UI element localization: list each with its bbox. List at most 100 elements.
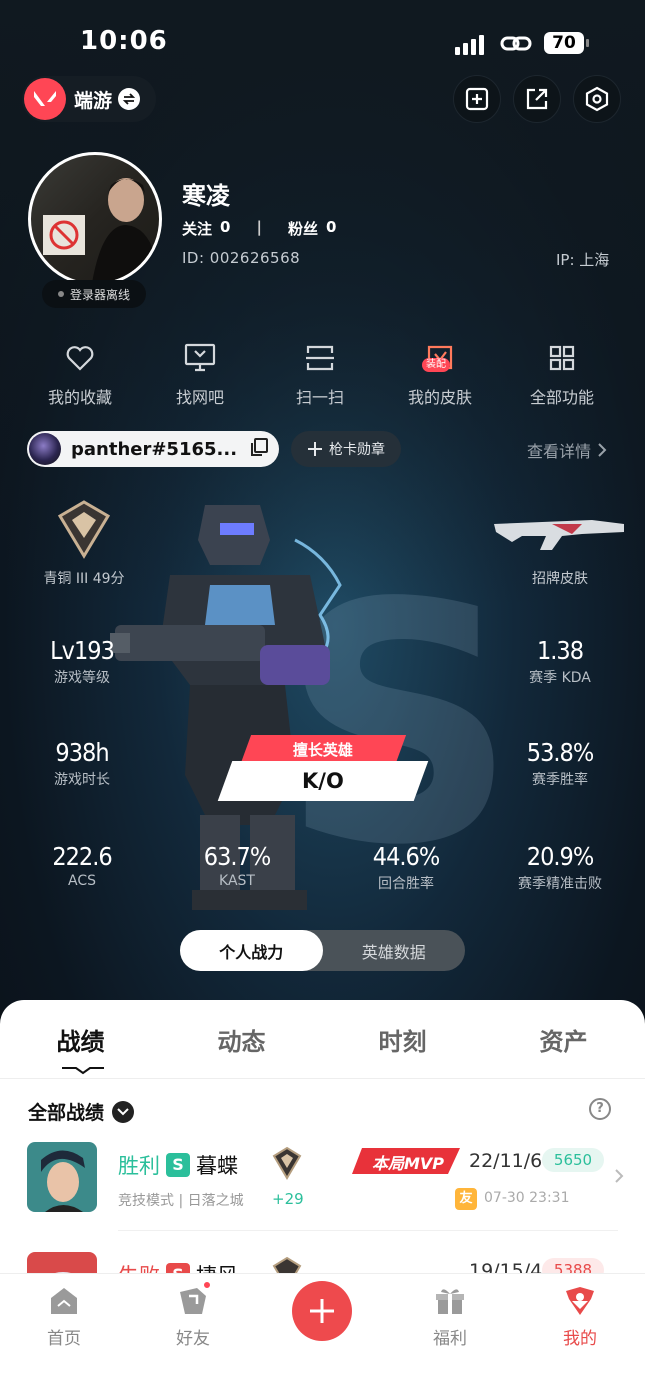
follow-label[interactable]: 关注: [182, 218, 212, 239]
chevron-right-icon: [614, 1168, 624, 1188]
kda-score: 22/11/6: [469, 1150, 543, 1172]
login-status-badge: 登录器离线: [42, 280, 146, 308]
result-text: 胜利: [118, 1154, 160, 1178]
status-time: 10:06: [80, 26, 168, 56]
edit-card-button[interactable]: [453, 75, 501, 123]
tab-moments[interactable]: 时刻: [322, 1022, 483, 1057]
stat-kda: 1.38 赛季 KDA: [495, 636, 625, 687]
game-account-pill[interactable]: panther#5165...: [27, 431, 279, 467]
signal-icon: [455, 33, 489, 55]
stat-level: Lv193 游戏等级: [17, 636, 147, 687]
best-hero-tag-text: 擅长英雄: [293, 740, 354, 759]
gun-card-button[interactable]: 枪卡勋章: [291, 431, 401, 467]
stat-caption: 游戏等级: [54, 670, 110, 686]
best-hero-name[interactable]: K/O: [217, 761, 429, 801]
follow-count[interactable]: 0: [220, 218, 230, 239]
valorant-logo-icon: [24, 78, 66, 120]
records-filter[interactable]: 全部战绩: [28, 1098, 135, 1125]
account-avatar: [29, 433, 61, 465]
stat-precision: 20.9% 赛季精准击败: [495, 842, 625, 893]
link-icon: [500, 34, 532, 58]
match-result: 胜利 S 暮蝶: [118, 1150, 238, 1180]
follow-separator: |: [256, 218, 262, 236]
login-status-text: 登录器离线: [69, 287, 130, 302]
share-button[interactable]: [513, 75, 561, 123]
stat-caption: 赛季胜率: [532, 772, 588, 788]
best-hero-tag: 擅长英雄: [240, 735, 407, 763]
rank-rating-change: +29: [272, 1190, 304, 1208]
settings-hex-icon: [585, 86, 609, 112]
tab-records[interactable]: 战绩: [0, 1022, 161, 1057]
stat-caption: 游戏时长: [54, 772, 110, 788]
rank-label: 青铜 III 49分: [43, 571, 125, 587]
view-detail-link[interactable]: 查看详情: [527, 438, 607, 462]
fans-count[interactable]: 0: [326, 218, 336, 239]
shortcut-skins[interactable]: 装配 我的皮肤: [385, 340, 495, 408]
stat-hours: 938h 游戏时长: [17, 738, 147, 789]
view-detail-label: 查看详情: [527, 442, 592, 461]
match-time: 07-30 23:31: [484, 1190, 570, 1206]
monitor-icon: [182, 340, 218, 376]
tab-feed[interactable]: 动态: [161, 1022, 322, 1057]
game-switch-button[interactable]: 端游: [22, 76, 156, 122]
game-name: 端游: [74, 89, 113, 112]
stat-acs: 222.6 ACS: [17, 842, 147, 889]
stat-value: 63.7%: [203, 842, 271, 871]
equip-tag: 装配: [422, 358, 450, 372]
mvp-badge: 本局MVP: [352, 1144, 462, 1182]
nav-friends[interactable]: 好友: [153, 1280, 233, 1349]
stat-caption: 回合胜率: [378, 876, 434, 892]
friends-icon: [176, 1280, 212, 1318]
records-tabs: 战绩 动态 时刻 资产: [0, 1022, 645, 1057]
rank-s-badge: S: [166, 1153, 190, 1177]
stat-kast: 63.7% KAST: [172, 842, 302, 889]
user-id: ID: 002626568: [182, 249, 301, 267]
nav-label: 福利: [433, 1329, 467, 1349]
stat-caption: KAST: [219, 873, 255, 889]
stat-value: 53.8%: [526, 738, 594, 767]
gun-card-label: 枪卡勋章: [329, 442, 385, 458]
help-icon[interactable]: ?: [589, 1098, 611, 1120]
match-mode: 竞技模式 | 日落之城: [118, 1193, 244, 1209]
fans-label[interactable]: 粉丝: [288, 218, 318, 239]
tab-assets[interactable]: 资产: [483, 1022, 644, 1057]
nav-home[interactable]: 首页: [24, 1284, 104, 1349]
avatar[interactable]: [28, 152, 162, 286]
stat-winrate: 53.8% 赛季胜率: [495, 738, 625, 789]
shortcut-scan[interactable]: 扫一扫: [265, 340, 375, 408]
shortcut-label: 扫一扫: [295, 388, 344, 407]
power-toggle: 个人战力 英雄数据: [180, 930, 465, 971]
shortcut-favorites[interactable]: 我的收藏: [25, 340, 135, 408]
tab-personal-power[interactable]: 个人战力: [180, 930, 323, 971]
battery-indicator: 70: [544, 32, 584, 54]
tab-hero-data[interactable]: 英雄数据: [323, 930, 466, 971]
match-rank-icon: [272, 1146, 302, 1184]
shortcut-all-features[interactable]: 全部功能: [507, 340, 617, 408]
nav-welfare[interactable]: 福利: [410, 1284, 490, 1349]
nav-profile[interactable]: 我的: [540, 1284, 620, 1349]
ip-location: IP: 上海: [556, 251, 610, 269]
chevron-down-icon: [112, 1100, 135, 1123]
stat-value: 20.9%: [526, 842, 594, 871]
row-divider: [118, 1230, 618, 1231]
notification-dot: [202, 1280, 212, 1290]
grid-icon: [544, 340, 580, 376]
swap-icon: [118, 88, 141, 110]
profile-icon: [563, 1284, 597, 1318]
stat-caption: 赛季 KDA: [529, 670, 591, 686]
rank-icon: [56, 498, 112, 564]
match-row[interactable]: 胜利 S 暮蝶 竞技模式 | 日落之城 +29 本局MVP 22/11/6 56…: [0, 1142, 645, 1242]
offline-dot: [57, 291, 64, 297]
shortcut-netcafe[interactable]: 找网吧: [145, 340, 255, 408]
create-post-button[interactable]: [292, 1281, 352, 1341]
nav-label: 我的: [563, 1329, 597, 1349]
account-name: panther#5165...: [71, 438, 238, 460]
shortcut-label: 全部功能: [529, 388, 594, 407]
settings-button[interactable]: [573, 75, 621, 123]
plus-icon: [310, 1299, 334, 1323]
chevron-right-icon: [598, 443, 607, 457]
copy-icon[interactable]: [249, 437, 269, 461]
mvp-text: 本局MVP: [372, 1154, 445, 1173]
stat-value: Lv193: [50, 636, 115, 665]
gift-icon: [433, 1284, 467, 1318]
